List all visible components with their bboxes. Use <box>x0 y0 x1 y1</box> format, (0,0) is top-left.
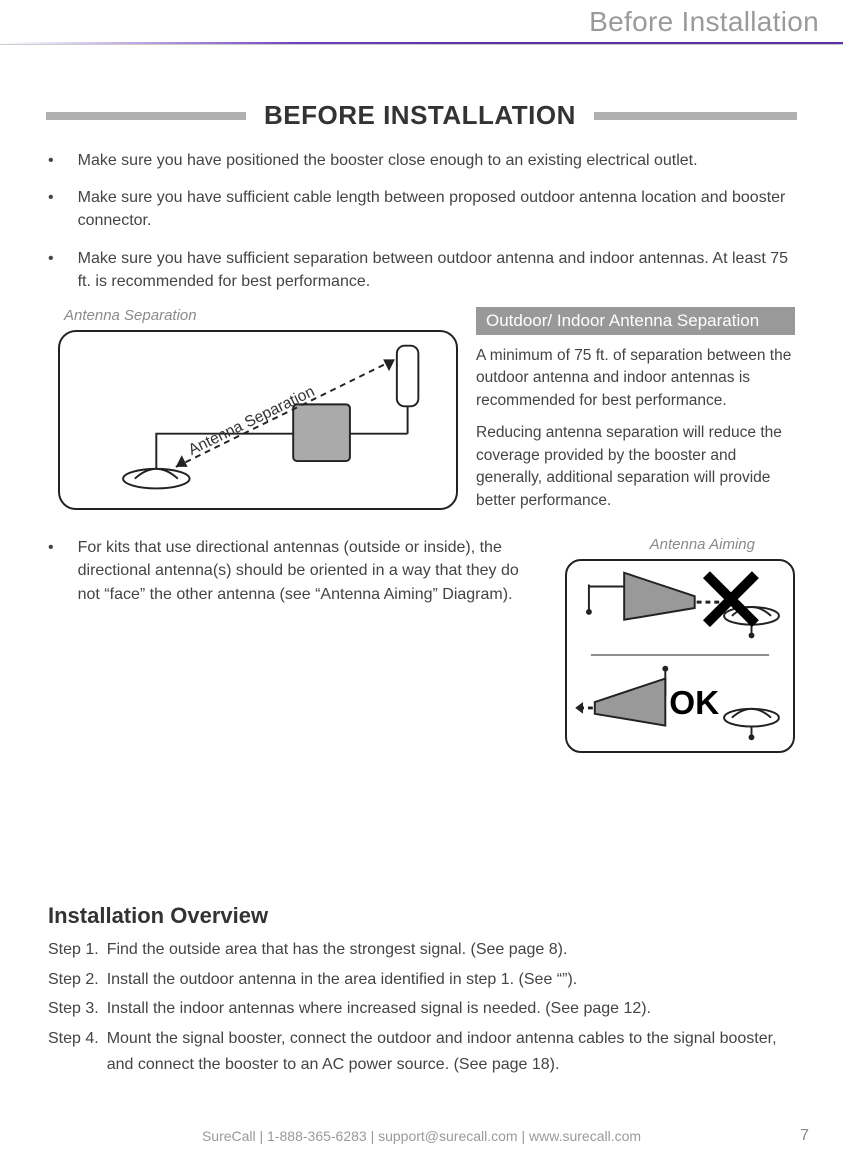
step-label: Step 4. <box>48 1026 99 1077</box>
step-body: Find the outside area that has the stron… <box>105 937 795 963</box>
list-item: • Make sure you have sufficient cable len… <box>48 186 795 232</box>
aiming-diagram-svg: OK <box>567 561 793 751</box>
running-head: Before Installation <box>589 6 819 38</box>
page-header: Before Installation <box>24 0 819 64</box>
page-footer: SureCall | 1-888-365-6283 | support@sure… <box>0 1128 843 1144</box>
installation-overview: Installation Overview Step 1.Find the ou… <box>24 903 819 1077</box>
aiming-correct-row: OK <box>575 666 779 740</box>
antenna-aiming-diagram: OK <box>565 559 795 753</box>
separation-banner: Outdoor/ Indoor Antenna Separation <box>476 307 795 335</box>
page-number: 7 <box>800 1127 809 1145</box>
header-rule-grey <box>0 44 843 45</box>
step-label: Step 3. <box>48 996 99 1022</box>
bullet-icon: • <box>48 149 54 172</box>
figure-caption-separation: Antenna Separation <box>58 307 458 324</box>
separation-paragraph-2: Reducing antenna separation will reduce … <box>476 422 795 512</box>
bullet-text: For kits that use directional antennas (… <box>78 536 541 606</box>
bullet-text: Make sure you have sufficient separation… <box>78 247 795 293</box>
section-title-row: BEFORE INSTALLATION <box>24 100 819 131</box>
list-item: • Make sure you have sufficient separatio… <box>48 247 795 293</box>
step-body: Install the indoor antennas where increa… <box>105 996 795 1022</box>
step-label: Step 1. <box>48 937 99 963</box>
overview-heading: Installation Overview <box>48 903 795 929</box>
step-row: Step 2.Install the outdoor antenna in th… <box>48 967 795 993</box>
separation-diagram-svg: Antenna Separation <box>60 332 456 508</box>
footer-text: SureCall | 1-888-365-6283 | support@sure… <box>202 1128 641 1144</box>
title-bar-right <box>594 112 797 120</box>
bullet-list-mid: • For kits that use directional antennas … <box>48 536 541 620</box>
aiming-wrong-row <box>586 573 779 639</box>
bullet-list-top: • Make sure you have positioned the boost… <box>24 149 819 293</box>
step-row: Step 1.Find the outside area that has th… <box>48 937 795 963</box>
ok-label: OK <box>669 685 719 722</box>
bullet-icon: • <box>48 536 54 606</box>
bullet-icon: • <box>48 247 54 293</box>
step-body: Install the outdoor antenna in the area … <box>105 967 795 993</box>
separation-paragraph-1: A minimum of 75 ft. of separation betwee… <box>476 345 795 412</box>
step-label: Step 2. <box>48 967 99 993</box>
step-body: Mount the signal booster, connect the ou… <box>105 1026 795 1077</box>
list-item: • For kits that use directional antennas … <box>48 536 541 606</box>
step-row: Step 3.Install the indoor antennas where… <box>48 996 795 1022</box>
step-row: Step 4.Mount the signal booster, connect… <box>48 1026 795 1077</box>
section-title: BEFORE INSTALLATION <box>264 100 576 131</box>
title-bar-left <box>46 112 246 120</box>
figure-caption-aiming: Antenna Aiming <box>644 536 795 553</box>
bullet-icon: • <box>48 186 54 232</box>
list-item: • Make sure you have positioned the boost… <box>48 149 795 172</box>
bullet-text: Make sure you have sufficient cable leng… <box>78 186 795 232</box>
antenna-separation-diagram: Antenna Separation <box>58 330 458 510</box>
bullet-text: Make sure you have positioned the booste… <box>78 149 795 172</box>
